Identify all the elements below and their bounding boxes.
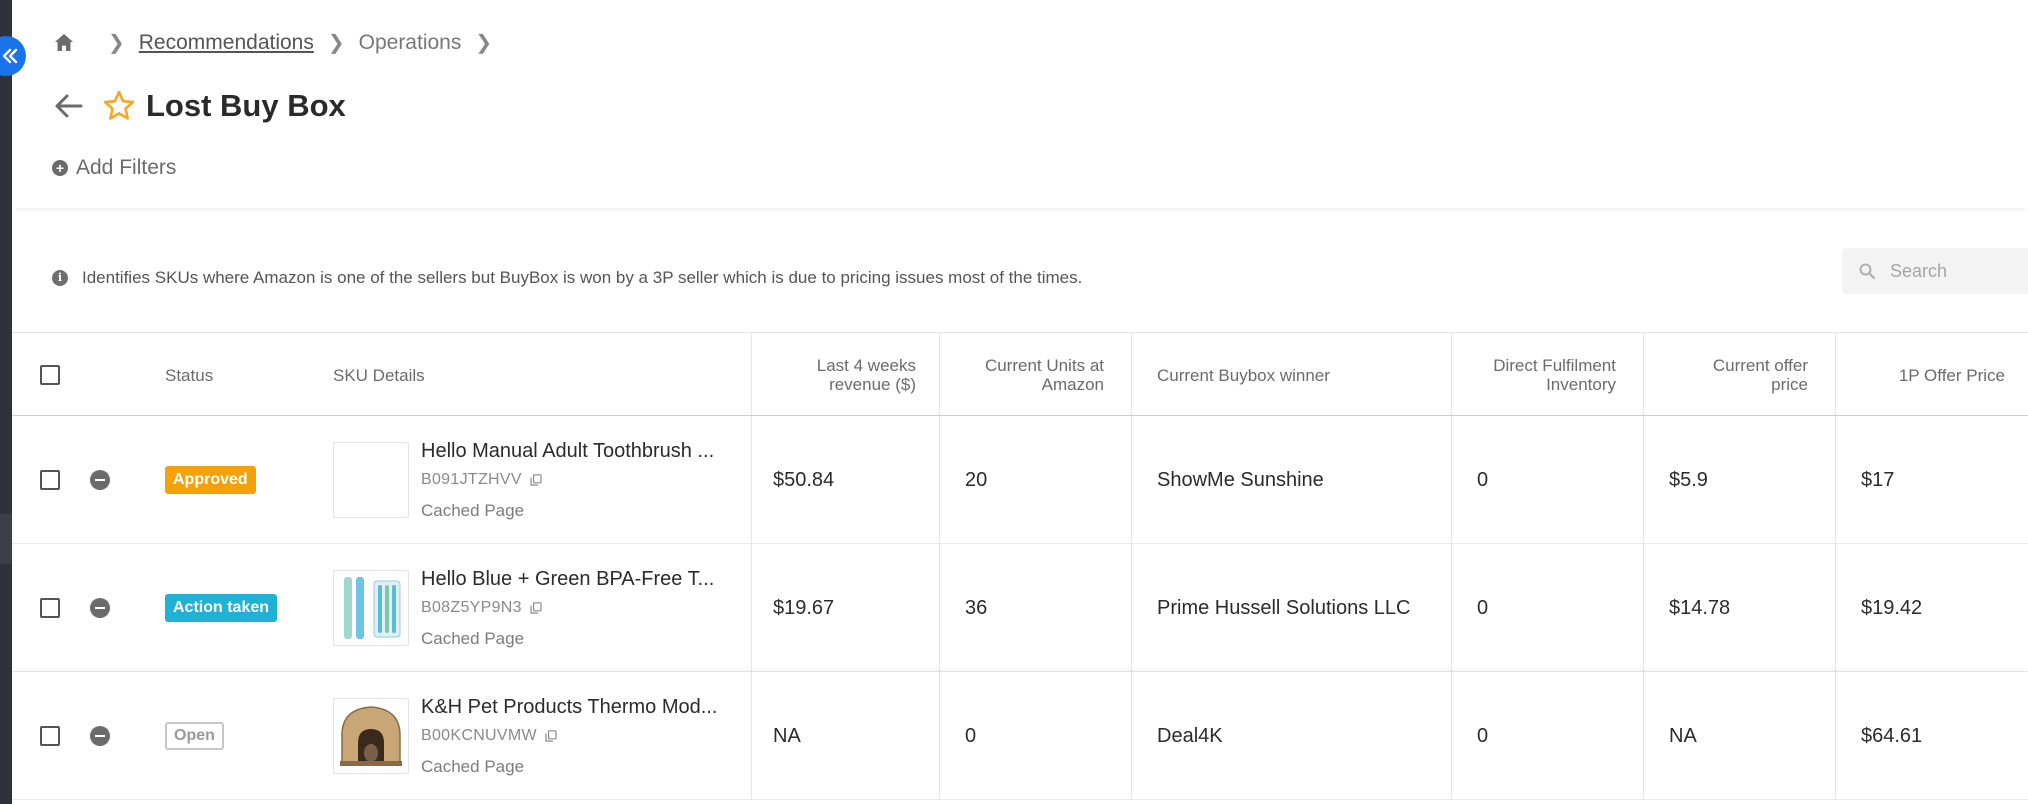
copy-icon[interactable]: [545, 729, 557, 742]
add-filters-button[interactable]: + Add Filters: [52, 156, 176, 180]
column-status[interactable]: Status: [165, 333, 213, 417]
minus-circle-icon[interactable]: [90, 470, 110, 490]
star-icon[interactable]: [102, 89, 136, 123]
df-inventory-value: 0: [1477, 724, 1489, 747]
sku-title[interactable]: Hello Manual Adult Toothbrush ...: [421, 440, 714, 463]
back-arrow-icon[interactable]: [52, 89, 86, 123]
units-value: 0: [965, 724, 977, 747]
search-icon: [1859, 263, 1876, 280]
description-text: Identifies SKUs where Amazon is one of t…: [82, 268, 1083, 287]
home-icon[interactable]: [52, 31, 76, 55]
copy-icon[interactable]: [530, 473, 542, 486]
breadcrumb-operations[interactable]: Operations: [359, 31, 462, 55]
buybox-winner-value: ShowMe Sunshine: [1157, 468, 1324, 491]
info-icon: i: [52, 270, 68, 286]
search-input[interactable]: [1890, 260, 2020, 282]
units-value: 36: [965, 596, 988, 619]
plus-circle-icon: +: [52, 160, 68, 176]
select-all-checkbox[interactable]: [40, 365, 60, 385]
title-row: Lost Buy Box: [52, 88, 346, 124]
minus-circle-icon[interactable]: [90, 598, 110, 618]
sku-title[interactable]: K&H Pet Products Thermo Mod...: [421, 696, 717, 719]
table-row[interactable]: Action taken Hello Blue + Green BPA-Free…: [12, 544, 2028, 672]
minus-circle-icon[interactable]: [90, 726, 110, 746]
column-buybox-winner[interactable]: Current Buybox winner: [1157, 333, 1330, 417]
app-sidebar-edge: [0, 0, 12, 804]
units-value: 20: [965, 468, 988, 491]
column-df-inventory[interactable]: Direct Fulfilment Inventory: [1451, 333, 1616, 417]
description: i Identifies SKUs where Amazon is one of…: [52, 268, 1082, 288]
cached-page-link[interactable]: Cached Page: [421, 501, 714, 521]
page-header: ❯ Recommendations ❯ Operations ❯ Lost Bu…: [12, 0, 2028, 208]
buybox-winner-value: Deal4K: [1157, 724, 1223, 747]
cached-page-link[interactable]: Cached Page: [421, 629, 714, 649]
copy-icon[interactable]: [530, 601, 542, 614]
product-image[interactable]: [333, 698, 409, 774]
main-content: ❯ Recommendations ❯ Operations ❯ Lost Bu…: [12, 0, 2028, 804]
column-offer-price[interactable]: Current offer price: [1643, 333, 1808, 417]
toothbrush-product-icon: [344, 577, 401, 639]
double-chevron-left-icon: [2, 48, 18, 64]
offer-price-value: NA: [1669, 724, 1697, 747]
1p-offer-price-value: $19.42: [1861, 596, 1923, 619]
revenue-value: $50.84: [773, 468, 835, 491]
product-image[interactable]: [333, 570, 409, 646]
column-sku-details[interactable]: SKU Details: [333, 333, 425, 417]
table-row[interactable]: Open K&H Pet Products Thermo Mod... B00K…: [12, 672, 2028, 800]
chevron-right-icon: ❯: [327, 32, 345, 54]
1p-offer-price-value: $17: [1861, 468, 1895, 491]
sku-asin: B08Z5YP9N3: [421, 598, 522, 616]
add-filters-label: Add Filters: [76, 156, 177, 179]
table-header: Status SKU Details Last 4 weeks revenue (…: [12, 332, 2028, 416]
chevron-right-icon: ❯: [475, 32, 493, 54]
df-inventory-value: 0: [1477, 596, 1489, 619]
page-title: Lost Buy Box: [146, 88, 346, 123]
cached-page-link[interactable]: Cached Page: [421, 757, 717, 777]
product-image[interactable]: [333, 442, 409, 518]
column-revenue[interactable]: Last 4 weeks revenue ($): [751, 333, 916, 417]
info-bar: i Identifies SKUs where Amazon is one of…: [12, 232, 2028, 332]
pet-house-product-icon: [340, 706, 402, 766]
df-inventory-value: 0: [1477, 468, 1489, 491]
status-badge: Action taken: [165, 594, 278, 622]
status-badge: Approved: [165, 466, 256, 494]
sku-asin: B091JTZHVV: [421, 470, 522, 488]
row-checkbox[interactable]: [40, 470, 60, 490]
1p-offer-price-value: $64.61: [1861, 724, 1923, 747]
search-box[interactable]: [1842, 248, 2028, 294]
breadcrumb: ❯ Recommendations ❯ Operations ❯: [52, 30, 506, 55]
row-checkbox[interactable]: [40, 726, 60, 746]
recommendations-table: Status SKU Details Last 4 weeks revenue (…: [12, 332, 2028, 800]
row-checkbox[interactable]: [40, 598, 60, 618]
offer-price-value: $5.9: [1669, 468, 1708, 491]
column-1p-offer-price[interactable]: 1P Offer Price: [1835, 333, 2005, 417]
revenue-value: NA: [773, 724, 801, 747]
chevron-right-icon: ❯: [108, 32, 125, 54]
sku-title[interactable]: Hello Blue + Green BPA-Free T...: [421, 568, 714, 591]
sku-asin: B00KCNUVMW: [421, 726, 537, 744]
buybox-winner-value: Prime Hussell Solutions LLC: [1157, 596, 1411, 619]
table-row[interactable]: Approved Hello Manual Adult Toothbrush .…: [12, 416, 2028, 544]
status-badge: Open: [165, 722, 224, 750]
revenue-value: $19.67: [773, 596, 835, 619]
column-current-units[interactable]: Current Units at Amazon: [939, 333, 1104, 417]
offer-price-value: $14.78: [1669, 596, 1731, 619]
breadcrumb-recommendations[interactable]: Recommendations: [139, 31, 314, 55]
